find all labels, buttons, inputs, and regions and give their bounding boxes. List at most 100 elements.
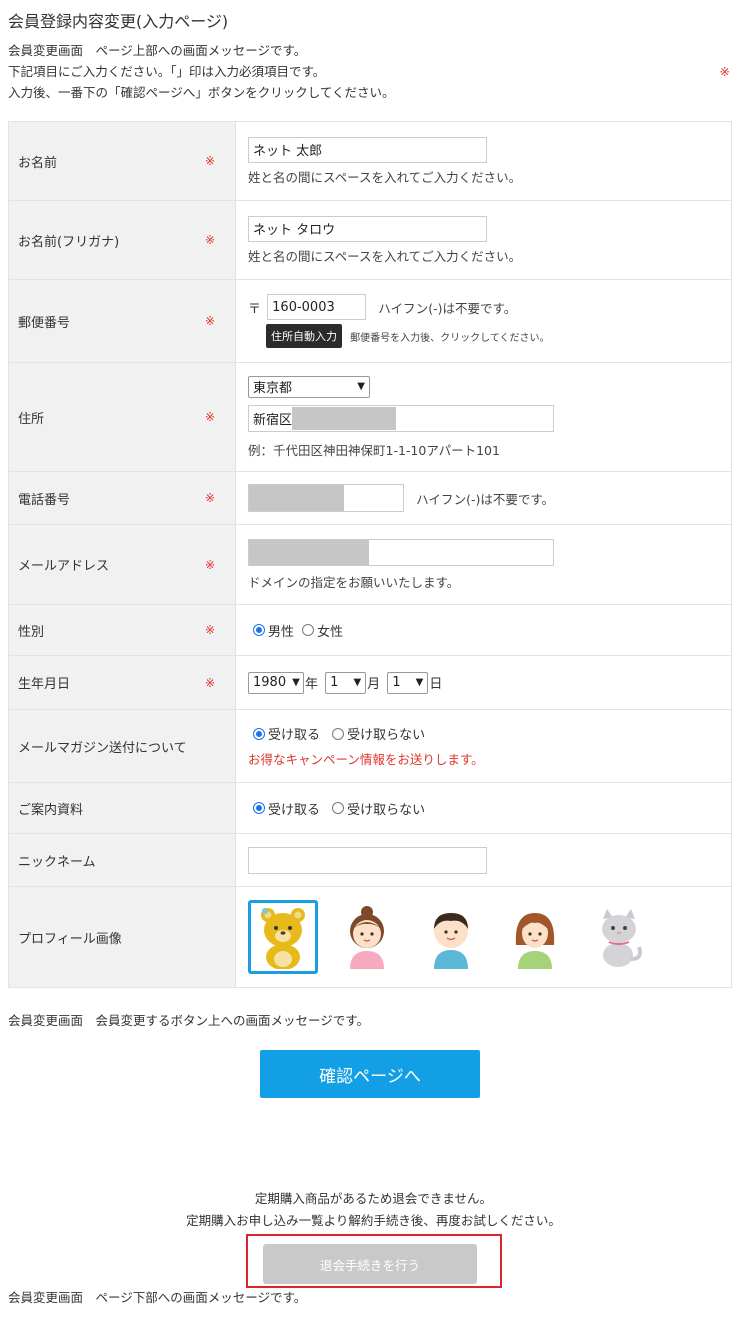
birth-year-value: 1980 [253,675,287,690]
autofill-note: 郵便番号を入力後、クリックしてください。 [350,332,550,344]
row-birthday: 生年月日 ※ 1980 ▼ 年 1 ▼ 月 1 ▼ 日 [8,655,732,710]
gender-female-radio[interactable] [302,624,315,636]
field-nickname [235,833,732,887]
zip-input[interactable] [267,294,367,320]
field-birthday: 1980 ▼ 年 1 ▼ 月 1 ▼ 日 [235,655,732,710]
phone-input-wrap [248,484,404,512]
required-mark: ※ [205,233,216,247]
required-mark: ※ [205,154,216,168]
magazine-decline-label[interactable]: 受け取らない [347,728,425,743]
prefecture-value: 東京都 [253,381,293,396]
woman-icon [515,913,555,969]
row-zip: 郵便番号 ※ 〒 ハイフン(-)は不要です。 住所自動入力 郵便番号を入力後、ク… [8,279,732,363]
cat-icon [602,909,642,967]
row-gender: 性別 ※ 男性 女性 [8,604,732,656]
field-zip: 〒 ハイフン(-)は不要です。 住所自動入力 郵便番号を入力後、クリックしてくだ… [235,279,732,363]
label-magazine: メールマガジン送付について [8,709,236,783]
brochure-decline-radio[interactable] [332,802,345,814]
label-kana-text: お名前(フリガナ) [18,234,120,250]
phone-note: ハイフン(-)は不要です。 [416,491,555,507]
required-mark: ※ [719,64,730,79]
notice-line-2: 定期購入お申し込み一覧より解約手続き後、再度お試しください。 [186,1213,561,1228]
label-email-text: メールアドレス [18,559,110,574]
row-profile-image: プロフィール画像 [8,886,732,988]
chevron-down-icon: ▼ [353,677,362,688]
field-phone: ハイフン(-)は不要です。 [235,471,732,525]
birth-year-select[interactable]: 1980 ▼ [248,671,304,694]
email-hint: ドメインの指定をお願いいたします。 [248,574,460,590]
label-birthday-text: 生年月日 [18,677,71,692]
gender-female-label[interactable]: 女性 [317,625,343,640]
label-birthday: 生年月日 ※ [8,655,236,710]
kana-input[interactable] [248,215,487,242]
brochure-accept-radio[interactable] [253,802,265,814]
avatar-girl[interactable] [332,900,402,974]
page-title: 会員登録内容変更(入力ページ) [8,12,229,31]
notice-line-1: 定期購入商品があるため退会できません。 [254,1191,493,1206]
avatar-cat[interactable] [584,900,654,974]
brochure-decline-label[interactable]: 受け取らない [347,803,425,818]
bear-icon [261,908,305,969]
confirm-page-button[interactable]: 確認ページへ [260,1050,480,1098]
chevron-down-icon: ▼ [357,381,365,392]
chevron-down-icon: ▼ [415,677,424,688]
girl-icon [350,906,384,969]
redacted-block [249,539,369,565]
name-input[interactable] [248,136,487,163]
nickname-input[interactable] [248,846,487,874]
intro-line-3: 入力後、一番下の「確認ページへ」ボタンをクリックしてください。 [8,85,395,100]
label-kana: お名前(フリガナ) ※ [8,200,236,280]
row-magazine: メールマガジン送付について 受け取る 受け取らない お得なキャンペーン情報をお送… [8,709,732,783]
label-gender-text: 性別 [18,624,45,640]
email-input-wrap [248,538,554,566]
day-unit: 日 [429,677,443,692]
label-brochure-text: ご案内資料 [18,802,84,818]
label-brochure: ご案内資料 [8,782,236,834]
month-unit: 月 [367,677,381,692]
withdraw-button[interactable]: 退会手続きを行う [263,1244,477,1284]
address-autofill-button[interactable]: 住所自動入力 [266,324,342,348]
label-nickname-text: ニックネーム [18,854,96,870]
avatar-bear[interactable] [248,900,318,974]
brochure-accept-label[interactable]: 受け取る [268,803,320,818]
field-magazine: 受け取る 受け取らない お得なキャンペーン情報をお送りします。 [235,709,732,783]
magazine-accept-label[interactable]: 受け取る [268,728,320,743]
label-email: メールアドレス ※ [8,524,236,605]
avatar-list [248,900,723,974]
row-kana: お名前(フリガナ) ※ 姓と名の間にスペースを入れてご入力ください。 [8,200,732,280]
birth-month-value: 1 [330,675,339,690]
gender-male-label[interactable]: 男性 [268,625,294,640]
field-kana: 姓と名の間にスペースを入れてご入力ください。 [235,200,732,280]
field-profile-image [235,886,732,988]
field-gender: 男性 女性 [235,604,732,656]
footer-message: 会員変更画面 ページ下部への画面メッセージです。 [8,1290,307,1305]
gender-male-radio[interactable] [253,624,265,636]
avatar-boy[interactable] [416,900,486,974]
redacted-block [292,406,396,430]
row-address: 住所 ※ 東京都 ▼ 例：千代田区神田神保町1-1-10アパート101 [8,362,732,472]
label-address: 住所 ※ [8,362,236,472]
label-gender: 性別 ※ [8,604,236,656]
required-mark: ※ [205,623,216,637]
avatar-woman[interactable] [500,900,570,974]
birth-day-select[interactable]: 1 ▼ [387,671,429,694]
field-address: 東京都 ▼ 例：千代田区神田神保町1-1-10アパート101 [235,362,732,472]
redacted-block [249,485,344,511]
label-magazine-text: メールマガジン送付について [18,740,187,756]
magazine-decline-radio[interactable] [332,727,345,740]
zip-note: ハイフン(-)は不要です。 [378,300,517,316]
prefecture-select[interactable]: 東京都 ▼ [248,375,370,398]
required-mark: ※ [205,557,216,572]
kana-hint: 姓と名の間にスペースを入れてご入力ください。 [248,248,522,264]
field-brochure: 受け取る 受け取らない [235,782,732,834]
member-form-table: お名前 ※ 姓と名の間にスペースを入れてご入力ください。 お名前(フリガナ) ※… [8,121,732,988]
birth-month-select[interactable]: 1 ▼ [325,671,367,694]
row-name: お名前 ※ 姓と名の間にスペースを入れてご入力ください。 [8,121,732,201]
field-name: 姓と名の間にスペースを入れてご入力ください。 [235,121,732,201]
required-mark: ※ [205,491,216,505]
magazine-campaign-message: お得なキャンペーン情報をお送りします。 [248,752,484,767]
name-hint: 姓と名の間にスペースを入れてご入力ください。 [248,169,522,185]
magazine-accept-radio[interactable] [253,727,265,740]
intro-line-1: 会員変更画面 ページ上部への画面メッセージです。 [8,43,307,58]
label-name: お名前 ※ [8,121,236,201]
